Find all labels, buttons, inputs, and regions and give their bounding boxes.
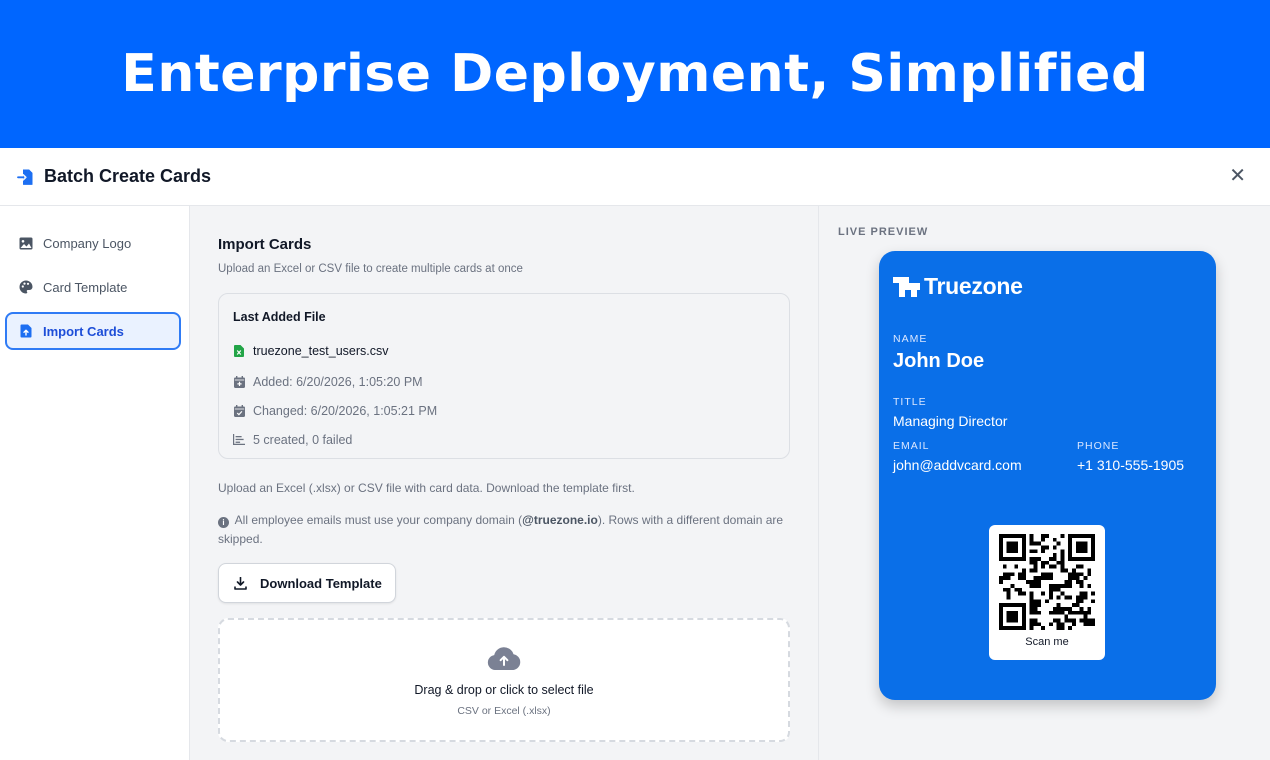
last-file-heading: Last Added File: [233, 310, 326, 324]
email-label: EMAIL: [893, 440, 930, 452]
sidebar: Company Logo Card Template Import Cards: [0, 206, 190, 760]
image-icon: [18, 235, 34, 251]
qr-caption: Scan me: [1025, 636, 1069, 648]
sidebar-item-label: Card Template: [43, 279, 128, 295]
added-date: Added: 6/20/2026, 1:05:20 PM: [253, 374, 423, 389]
title-label: TITLE: [893, 396, 927, 408]
download-template-label: Download Template: [260, 575, 382, 591]
file-dropzone[interactable]: Drag & drop or click to select file CSV …: [218, 618, 790, 742]
notice-domain: @truezone.io: [522, 513, 598, 527]
phone-label: PHONE: [1077, 440, 1120, 452]
last-file-card: Last Added File truezone_test_users.csv …: [218, 293, 790, 459]
calendar-check-icon: [233, 404, 245, 417]
import-result: 5 created, 0 failed: [253, 432, 353, 447]
download-icon: [233, 576, 247, 590]
notice-before: All employee emails must use your compan…: [234, 513, 523, 527]
import-panel: Import Cards Upload an Excel or CSV file…: [190, 206, 818, 760]
csv-file-icon: [233, 345, 245, 357]
card-email: john@addvcard.com: [893, 457, 1022, 473]
changed-row: Changed: 6/20/2026, 1:05:21 PM: [233, 396, 775, 425]
modal-header: Batch Create Cards ✕: [0, 148, 1270, 206]
file-upload-icon: [18, 323, 34, 339]
cloud-upload-icon: [486, 646, 522, 677]
dropzone-title: Drag & drop or click to select file: [414, 683, 594, 697]
qr-code-icon: [999, 534, 1095, 630]
sidebar-item-label: Import Cards: [43, 323, 124, 339]
file-import-icon: [16, 167, 36, 187]
sidebar-item-card-template[interactable]: Card Template: [5, 268, 181, 306]
help-text: Upload an Excel (.xlsx) or CSV file with…: [218, 481, 635, 495]
section-subtitle: Upload an Excel or CSV file to create mu…: [218, 263, 523, 275]
palette-icon: [18, 279, 34, 295]
added-row: Added: 6/20/2026, 1:05:20 PM: [233, 367, 775, 396]
sidebar-item-label: Company Logo: [43, 235, 132, 251]
sidebar-item-import-cards[interactable]: Import Cards: [5, 312, 181, 350]
download-template-button[interactable]: Download Template: [218, 563, 396, 603]
brand-logo: Truezone: [893, 273, 1023, 300]
business-card-preview: Truezone NAME John Doe TITLE Managing Di…: [879, 251, 1216, 700]
qr-code: Scan me: [989, 525, 1105, 660]
live-preview-panel: LIVE PREVIEW Truezone NAME John Doe TITL…: [818, 206, 1270, 760]
modal-title: Batch Create Cards: [44, 166, 212, 186]
card-name: John Doe: [893, 350, 985, 372]
banner-title: Enterprise Deployment, Simplified: [121, 44, 1149, 104]
file-name-row: truezone_test_users.csv: [233, 338, 775, 364]
list-icon: [233, 434, 245, 446]
card-phone: +1 310-555-1905: [1077, 457, 1185, 473]
dropzone-subtitle: CSV or Excel (.xlsx): [457, 705, 551, 717]
truezone-logo-icon: [893, 276, 920, 297]
result-row: 5 created, 0 failed: [233, 425, 775, 454]
changed-date: Changed: 6/20/2026, 1:05:21 PM: [253, 403, 438, 418]
file-name: truezone_test_users.csv: [253, 344, 389, 358]
section-title: Import Cards: [218, 236, 312, 253]
hero-banner: Enterprise Deployment, Simplified: [0, 0, 1270, 148]
brand-name: Truezone: [924, 273, 1023, 299]
name-label: NAME: [893, 333, 928, 345]
close-icon[interactable]: ✕: [1229, 165, 1246, 187]
sidebar-item-company-logo[interactable]: Company Logo: [5, 224, 181, 262]
live-preview-label: LIVE PREVIEW: [838, 226, 929, 238]
domain-notice: i All employee emails must use your comp…: [218, 511, 790, 549]
info-icon: i: [218, 517, 229, 528]
calendar-plus-icon: [233, 375, 245, 388]
card-title: Managing Director: [893, 413, 1008, 429]
